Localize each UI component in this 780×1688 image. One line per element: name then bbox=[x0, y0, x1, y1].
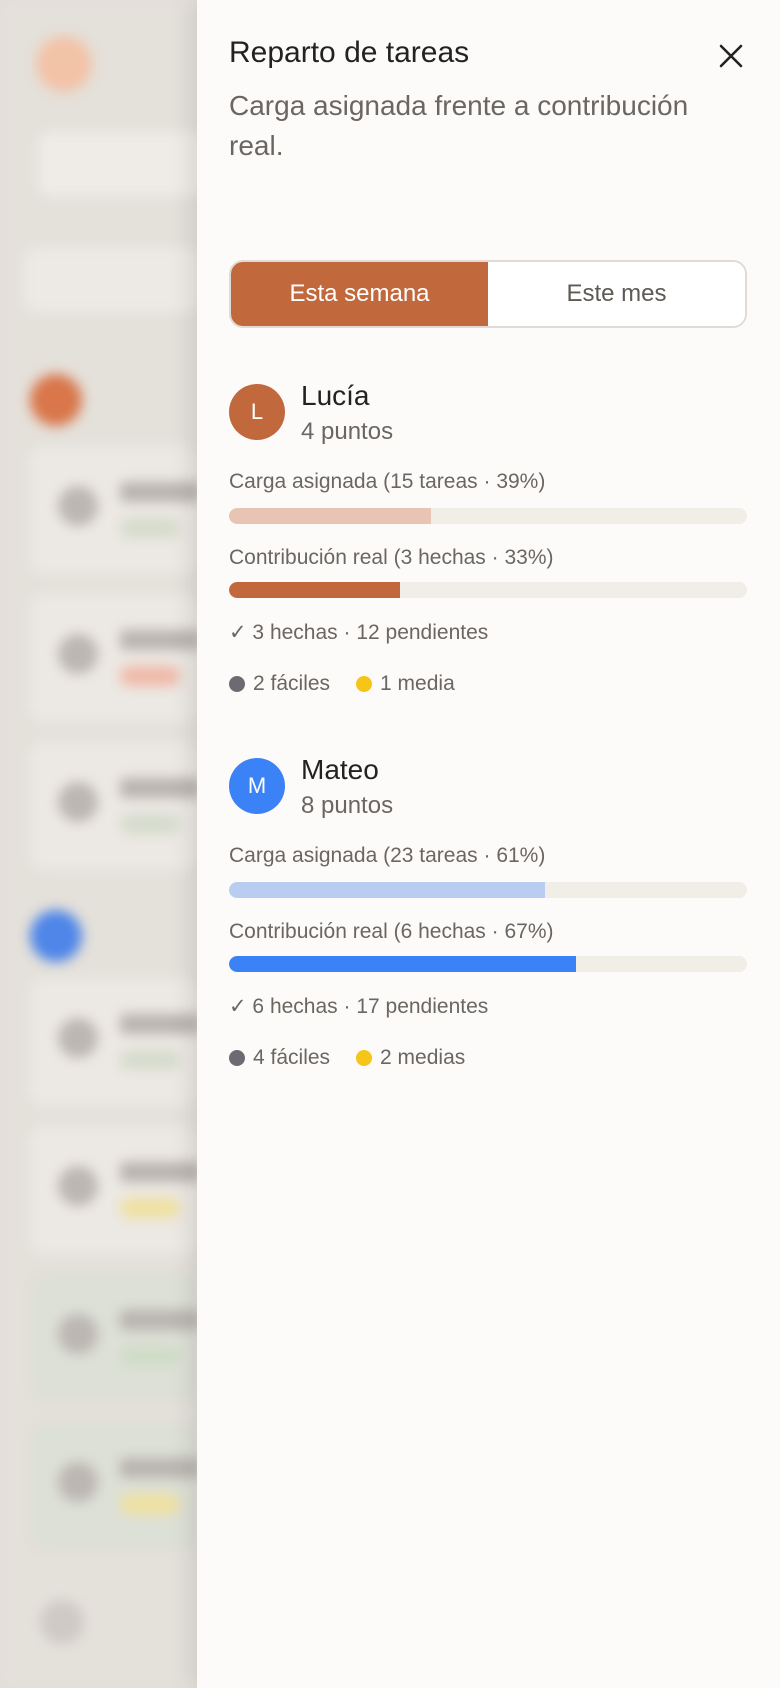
difficulty-medium: 2 medias bbox=[356, 1046, 465, 1070]
difficulty-breakdown: 4 fáciles 2 medias bbox=[229, 1046, 491, 1070]
difficulty-easy: 2 fáciles bbox=[229, 672, 330, 696]
background-card bbox=[30, 742, 200, 870]
member-points: 4 puntos bbox=[301, 418, 394, 445]
difficulty-label: 2 medias bbox=[380, 1046, 466, 1069]
background-card bbox=[30, 1126, 200, 1254]
difficulty-easy: 4 fáciles bbox=[229, 1046, 330, 1070]
difficulty-label: 4 fáciles bbox=[253, 1046, 331, 1069]
medium-dot-icon bbox=[356, 1050, 373, 1066]
member-points: 8 puntos bbox=[301, 792, 394, 819]
background-search bbox=[24, 248, 204, 312]
drawer-subtitle: Carga asignada frente a contribución rea… bbox=[229, 90, 689, 161]
background-avatar-mateo bbox=[30, 910, 82, 962]
contribution-label: Contribución real (3 hechas · 33%) bbox=[229, 546, 554, 569]
member-name: Mateo bbox=[301, 754, 379, 785]
assigned-load-fill bbox=[229, 508, 432, 524]
background-card bbox=[30, 1422, 200, 1550]
contribution-label: Contribución real (6 hechas · 67%) bbox=[229, 920, 554, 943]
assigned-load-label: Carga asignada (15 tareas · 39%) bbox=[229, 470, 546, 493]
difficulty-label: 2 fáciles bbox=[253, 672, 331, 695]
task-summary: ✓ 3 hechas · 12 pendientes bbox=[229, 621, 489, 644]
assigned-load-fill bbox=[229, 882, 545, 898]
member-name: Lucía bbox=[301, 380, 370, 411]
background-card bbox=[30, 1274, 200, 1402]
period-option-month[interactable]: Este mes bbox=[488, 262, 745, 326]
assigned-load-label: Carga asignada (23 tareas · 61%) bbox=[229, 844, 546, 867]
difficulty-label: 1 media bbox=[380, 672, 455, 695]
contribution-bar bbox=[229, 956, 747, 972]
task-summary: ✓ 6 hechas · 17 pendientes bbox=[229, 995, 489, 1018]
assigned-load-bar bbox=[229, 508, 747, 524]
avatar: L bbox=[229, 384, 285, 440]
background-nav-icon bbox=[40, 1600, 84, 1644]
period-option-week[interactable]: Esta semana bbox=[231, 262, 488, 326]
background-card bbox=[30, 446, 200, 574]
background-pill bbox=[38, 132, 208, 196]
contribution-fill bbox=[229, 582, 400, 598]
task-distribution-drawer: Reparto de tareas Carga asignada frente … bbox=[197, 0, 780, 1688]
medium-dot-icon bbox=[356, 676, 373, 692]
close-icon bbox=[719, 44, 743, 68]
drawer-title: Reparto de tareas bbox=[229, 36, 470, 69]
period-selector: Esta semana Este mes bbox=[229, 260, 747, 328]
avatar: M bbox=[229, 758, 285, 814]
difficulty-breakdown: 2 fáciles 1 media bbox=[229, 672, 481, 696]
contribution-bar bbox=[229, 582, 747, 598]
close-button[interactable] bbox=[709, 34, 753, 78]
background-avatar-lucia bbox=[30, 374, 82, 426]
difficulty-medium: 1 media bbox=[356, 672, 455, 696]
background-card bbox=[30, 978, 200, 1106]
easy-dot-icon bbox=[229, 1050, 245, 1066]
assigned-load-bar bbox=[229, 882, 747, 898]
background-card bbox=[30, 594, 200, 722]
easy-dot-icon bbox=[229, 676, 245, 692]
app-logo bbox=[36, 36, 92, 92]
contribution-fill bbox=[229, 956, 577, 972]
